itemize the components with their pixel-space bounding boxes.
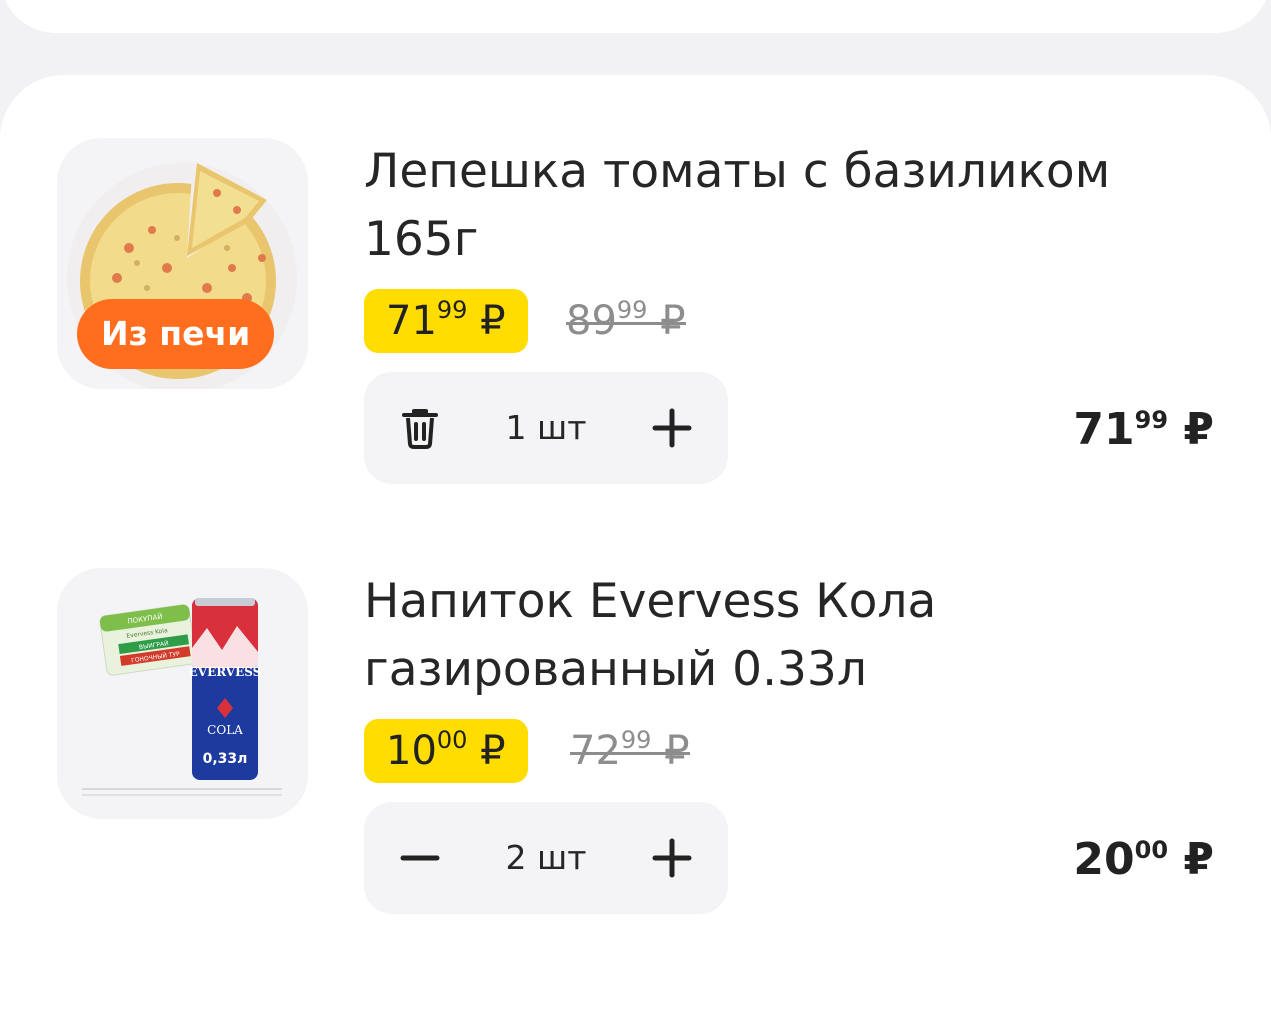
quantity-stepper: 1 шт [364,372,728,484]
plus-icon [652,838,692,878]
cart-items-card: Из печи Лепешка томаты с базиликом 165г … [0,75,1271,1035]
minus-icon [400,855,440,861]
currency: ₽ [480,728,506,774]
product-image[interactable]: ПОКУПАЙ Evervess Kola ВЫИГРАЙ ГОНОЧНЫЙ Т… [57,568,308,819]
currency: ₽ [480,298,506,344]
current-price: 7199 ₽ [364,289,528,353]
cola-can-image: ПОКУПАЙ Evervess Kola ВЫИГРАЙ ГОНОЧНЫЙ Т… [82,598,282,796]
increase-button[interactable] [638,824,706,892]
price-main: 10 [386,728,437,774]
cola-can: EVERVESS COLA 0,33л [189,598,262,780]
old-price-main: 72 [570,728,621,774]
line-total: 2000 ₽ [1073,830,1214,890]
total-main: 71 [1073,404,1135,455]
price-cents: 99 [436,296,468,324]
current-price: 1000 ₽ [364,719,528,783]
previous-card [0,0,1271,33]
svg-text:EVERVESS: EVERVESS [189,665,262,679]
total-cents: 00 [1134,836,1169,864]
currency: ₽ [1183,834,1214,885]
quantity-value: 1 шт [505,408,587,447]
decrease-button[interactable] [386,824,454,892]
product-image[interactable]: Из печи [57,138,308,389]
line-total: 7199 ₽ [1073,400,1214,460]
total-cents: 99 [1134,406,1169,434]
from-oven-badge: Из печи [77,299,275,369]
promo-card: ПОКУПАЙ Evervess Kola ВЫИГРАЙ ГОНОЧНЫЙ Т… [99,604,197,676]
trash-icon [402,409,438,449]
increase-button[interactable] [638,394,706,462]
old-price-cents: 99 [616,296,648,324]
old-price-main: 89 [566,298,617,344]
product-title[interactable]: Лепешка томаты с базиликом 165г [364,138,1224,274]
quantity-stepper: 2 шт [364,802,728,914]
svg-text:COLA: COLA [207,723,243,737]
price-cents: 00 [436,726,468,754]
price-main: 71 [386,298,437,344]
product-title[interactable]: Напиток Evervess Кола газированный 0.33л [364,568,1224,704]
total-main: 20 [1073,834,1135,885]
plus-icon [652,408,692,448]
remove-button[interactable] [386,394,454,462]
quantity-value: 2 шт [505,838,587,877]
old-price-cents: 99 [620,726,652,754]
svg-text:0,33л: 0,33л [203,751,248,767]
currency: ₽ [1183,404,1214,455]
currency: ₽ [664,728,690,774]
old-price: 7299 ₽ [570,719,690,783]
currency: ₽ [660,298,686,344]
old-price: 8999 ₽ [566,289,686,353]
